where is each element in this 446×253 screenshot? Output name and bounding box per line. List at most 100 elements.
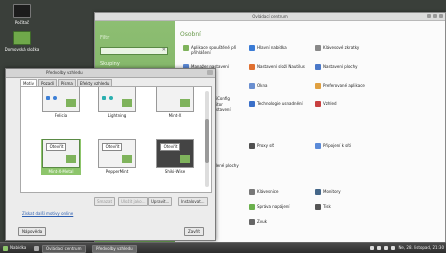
theme-felicia[interactable]: Felicia [41, 87, 81, 118]
item-label: Nastavení plochy [323, 64, 358, 69]
item-main-menu[interactable]: Hlavní nabídka [249, 45, 311, 51]
theme-mint-x-metal[interactable]: Otevřít Mint-X-Metal [41, 139, 81, 175]
item-nautilus-settings[interactable]: Nastavení složí Nautilus [249, 64, 311, 70]
window-title: Ovládací centrum [252, 14, 288, 19]
item-keyboard-shortcuts[interactable]: Klávesové zkratky [315, 45, 377, 51]
clock[interactable]: Ne, 28. listopad, 21:30 [398, 245, 444, 251]
folder-icon [122, 155, 132, 163]
appearance-icon [315, 101, 321, 107]
theme-list: Felicia Lightning Mint-X Otevřít Mint-X-… [20, 86, 212, 193]
speaker-icon [249, 219, 255, 225]
item-label: Preferované aplikace [323, 83, 365, 88]
item-accessibility[interactable]: Technologie usnadnění [249, 101, 311, 107]
help-button[interactable]: Nápověda [18, 227, 47, 236]
item-keyboard[interactable]: Klávesnice [249, 189, 311, 195]
folder-icon [180, 155, 190, 163]
clear-search-icon[interactable]: ✕ [162, 47, 166, 53]
monitor-icon [13, 4, 31, 18]
close-button[interactable]: Zavřít [184, 227, 204, 236]
maximize-icon[interactable] [433, 14, 437, 18]
item-label: Hlavní nabídka [257, 45, 287, 50]
close-icon[interactable] [439, 14, 443, 18]
close-icon[interactable] [207, 70, 213, 75]
theme-mint-x[interactable]: Mint-X [155, 87, 195, 118]
theme-lightning[interactable]: Lightning [97, 87, 137, 118]
network-icon[interactable] [370, 246, 375, 250]
control-center-titlebar[interactable]: Ovládací centrum [95, 13, 445, 21]
home-folder-desktop-icon[interactable]: Domovská složka [4, 31, 40, 52]
monitor-icon [315, 189, 321, 195]
minimize-icon[interactable] [427, 14, 431, 18]
item-label: Monitory [323, 189, 341, 194]
theme-preview [156, 87, 194, 112]
keyboard-icon [249, 189, 255, 195]
startup-applications-icon [183, 45, 189, 51]
printer-icon [315, 204, 321, 210]
radio-icon [53, 96, 57, 100]
battery-icon[interactable] [384, 246, 389, 250]
network-connections-icon [315, 143, 321, 149]
delete-theme-button[interactable]: Smazat [94, 197, 116, 206]
item-power-management[interactable]: Správa napájení [249, 204, 311, 210]
save-as-button[interactable]: Uložit jako... [118, 197, 149, 206]
computer-desktop-icon[interactable]: Počítač [4, 4, 40, 25]
item-label: Aplikace spouštěné při přihlášení [191, 45, 237, 55]
item-appearance[interactable]: Vzhled [315, 101, 377, 107]
item-label: Klávesnice [257, 189, 279, 194]
preview-entry: Otevřít [46, 143, 66, 151]
taskbar-window-label: Předvolby vzhledu [96, 246, 133, 251]
item-startup-applications[interactable]: Aplikace spouštěné při přihlášení [183, 45, 245, 55]
theme-preview: Otevřít [98, 139, 136, 168]
item-partial-shared-desktop[interactable]: celené plochy [211, 163, 245, 168]
keyboard-shortcuts-icon [315, 45, 321, 51]
theme-name: Mint-X-Metal [48, 169, 74, 174]
customize-button[interactable]: Upravit... [148, 197, 173, 206]
item-label: Připojení k síti [323, 143, 352, 148]
desktop-icon-label: Počítač [14, 20, 30, 25]
volume-icon[interactable] [377, 246, 382, 250]
get-more-themes-link[interactable]: Získat další motivy online [22, 211, 73, 216]
theme-preview [98, 87, 136, 112]
preview-entry: Otevřít [102, 143, 122, 151]
accessibility-icon [249, 101, 255, 107]
theme-name: Lightning [107, 113, 127, 118]
item-printing[interactable]: Tisk [315, 204, 377, 210]
folder-icon [180, 99, 190, 107]
radio-icon [109, 96, 113, 100]
appearance-preferences-dialog: Předvolby vzhledu Motiv Pozadí Písma Efe… [5, 68, 216, 241]
item-windows[interactable]: Okna [249, 83, 311, 89]
item-sound[interactable]: Zvuk [249, 219, 311, 225]
item-network-proxy[interactable]: Proxy síť [249, 143, 311, 149]
item-preferred-applications[interactable]: Preferované aplikace [315, 83, 377, 89]
main-menu-icon [249, 45, 255, 51]
item-label: Technologie usnadnění [257, 101, 303, 106]
windows-icon [249, 83, 255, 89]
menu-button[interactable]: Nabídka [3, 245, 26, 251]
dialog-titlebar[interactable]: Předvolby vzhledu [6, 69, 215, 78]
taskbar-window-label: Ovládací centrum [46, 246, 82, 251]
item-monitors[interactable]: Monitory [315, 189, 377, 195]
taskbar: Nabídka Ovládací centrum Předvolby vzhle… [0, 242, 446, 253]
theme-preview: Otevřít [156, 139, 194, 168]
power-icon [249, 204, 255, 210]
desktop-settings-icon [315, 64, 321, 70]
item-label: Klávesové zkratky [323, 45, 360, 50]
checkbox-icon [102, 96, 106, 100]
item-label: Zvuk [257, 219, 267, 224]
theme-name: Felicia [54, 113, 68, 118]
theme-peppermint[interactable]: Otevřít PepperMint [97, 139, 137, 174]
section-title: Osobní [180, 31, 201, 38]
item-desktop-settings[interactable]: Nastavení plochy [315, 64, 377, 70]
theme-list-scrollbar[interactable] [205, 91, 209, 187]
update-icon[interactable] [391, 246, 396, 250]
install-button[interactable]: Instalovat... [178, 197, 208, 206]
theme-shiki-wise[interactable]: Otevřít Shiki-Wise [155, 139, 195, 174]
filter-search-input[interactable]: ✕ [100, 47, 168, 55]
item-label: Vzhled [323, 101, 337, 106]
network-proxy-icon [249, 143, 255, 149]
item-network-connections[interactable]: Připojení k síti [315, 143, 377, 149]
scrollbar-thumb[interactable] [205, 119, 209, 163]
folder-icon [66, 155, 76, 163]
show-desktop-icon[interactable] [34, 245, 39, 251]
desktop-icon-label: Domovská složka [4, 47, 40, 52]
